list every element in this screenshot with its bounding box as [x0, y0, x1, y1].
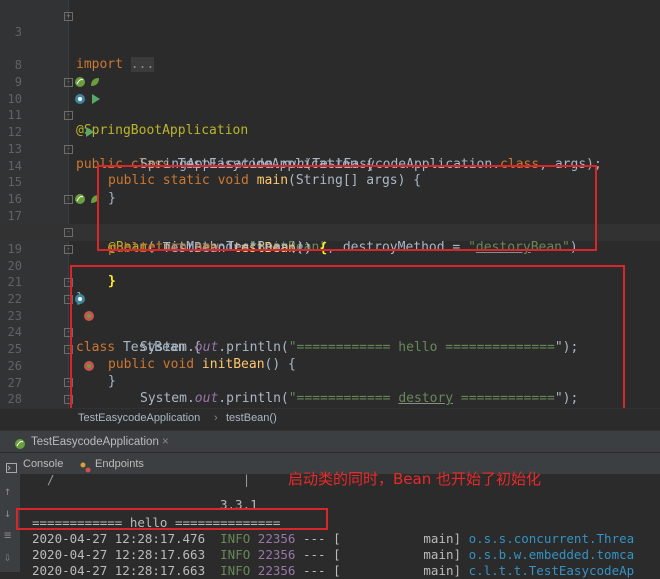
- code-line[interactable]: 8: [0, 40, 660, 57]
- scroll-end-icon[interactable]: ⇩: [4, 550, 11, 564]
- fold-minus-icon[interactable]: -: [64, 245, 73, 254]
- code-line[interactable]: 10 - public class TestEasycodeApplicatio…: [0, 74, 660, 91]
- wrap-icon[interactable]: ≡: [4, 528, 11, 542]
- fold-minus-icon[interactable]: -: [64, 228, 73, 237]
- breadcrumb-class[interactable]: TestEasycodeApplication: [78, 409, 200, 427]
- code-line[interactable]: 12 - public static void main(String[] ar…: [0, 107, 660, 124]
- breadcrumb: TestEasycodeApplication › testBean(): [0, 408, 660, 427]
- log-line: 2020-04-27 12:28:17.663 INFO 22356 --- […: [32, 563, 634, 579]
- fold-minus-icon[interactable]: -: [64, 78, 73, 87]
- arrow-down-icon[interactable]: ↓: [4, 506, 11, 520]
- breadcrumb-separator: ›: [214, 409, 218, 427]
- code-line[interactable]: 13 SpringApplication.run(TestEasycodeApp…: [0, 124, 660, 141]
- fold-minus-icon[interactable]: -: [64, 145, 73, 154]
- close-icon[interactable]: ×: [162, 431, 169, 453]
- highlight-box-testbean-class: [70, 265, 625, 408]
- banner-line: / |: [32, 472, 250, 488]
- code-line[interactable]: 9 @SpringBootApplication: [0, 57, 660, 74]
- breadcrumb-method[interactable]: testBean(): [226, 409, 277, 427]
- code-editor[interactable]: 3 + import ... 8 9 @SpringBootApplicatio…: [0, 0, 660, 408]
- log-line: 2020-04-27 12:28:17.476 INFO 22356 --- […: [32, 531, 634, 547]
- highlight-box-hello: [16, 508, 328, 530]
- annotation-note: 启动类的同时，Bean 也开始了初始化: [288, 468, 541, 489]
- code-line[interactable]: 3 + import ...: [0, 7, 660, 24]
- run-config-tab[interactable]: TestEasycodeApplication: [31, 431, 159, 453]
- log-line: 2020-04-27 12:28:17.663 INFO 22356 --- […: [32, 547, 634, 563]
- arrow-up-icon[interactable]: ↑: [4, 484, 11, 498]
- code-line[interactable]: 11: [0, 90, 660, 107]
- line-number: 3: [0, 24, 22, 41]
- run-tool-window-header: TestEasycodeApplication ×: [0, 430, 660, 453]
- fold-plus-icon[interactable]: +: [64, 12, 73, 21]
- fold-minus-icon[interactable]: -: [64, 195, 73, 204]
- code-line[interactable]: 14 - }: [0, 141, 660, 158]
- highlight-box-bean: [97, 165, 597, 251]
- fold-minus-icon[interactable]: -: [64, 111, 73, 120]
